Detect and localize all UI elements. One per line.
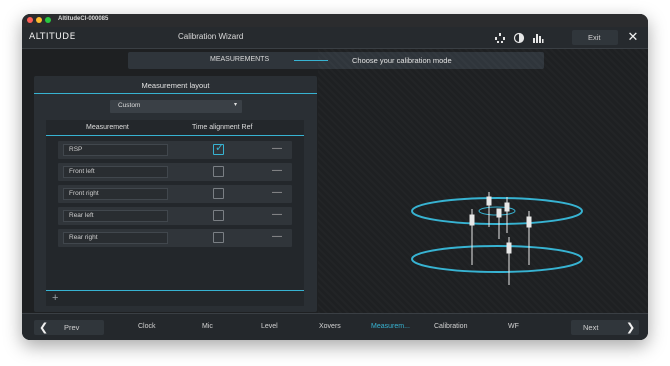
- chevron-left-icon: ❮: [39, 321, 49, 334]
- next-label: Next: [583, 323, 599, 332]
- time-alignment-checkbox[interactable]: [213, 210, 224, 221]
- bottom-navigation: ❮ Prev Clock Mic Level Xovers Measurem..…: [22, 313, 648, 340]
- contrast-icon[interactable]: [513, 32, 525, 44]
- measurement-name-field[interactable]: Rear left: [63, 210, 168, 222]
- time-alignment-checkbox[interactable]: [213, 166, 224, 177]
- close-icon[interactable]: ✕: [626, 30, 640, 44]
- zoom-window-button[interactable]: [45, 17, 51, 23]
- chevron-right-icon: ❯: [626, 321, 636, 334]
- levels-icon[interactable]: [532, 32, 544, 44]
- step-label: MEASUREMENTS: [210, 56, 270, 63]
- time-alignment-checkbox[interactable]: [213, 141, 224, 155]
- nav-step-measurements[interactable]: Measurem...: [371, 323, 410, 330]
- table-row: RSP —: [58, 141, 292, 159]
- chevron-down-icon: ▾: [233, 102, 237, 108]
- remove-row-button[interactable]: —: [271, 143, 283, 155]
- measurement-layout-panel: Measurement layout Custom ▾ Measurement …: [34, 76, 317, 312]
- app-window: AltitudeCI-000085 ALTITUDE Calibration W…: [22, 14, 648, 340]
- nav-step-level[interactable]: Level: [261, 323, 278, 330]
- altitude-logo: ALTITUDE: [29, 32, 76, 42]
- remove-row-button[interactable]: —: [271, 187, 283, 199]
- close-window-button[interactable]: [27, 17, 33, 23]
- layout-select[interactable]: Custom ▾: [110, 100, 242, 113]
- nav-step-clock[interactable]: Clock: [138, 323, 156, 330]
- panel-title: Measurement layout: [141, 81, 210, 90]
- time-alignment-checkbox[interactable]: [213, 232, 224, 243]
- nav-step-wf[interactable]: WF: [508, 323, 519, 330]
- add-measurement-button[interactable]: +: [52, 292, 58, 304]
- layout-select-value: Custom: [118, 102, 141, 109]
- table-footer: +: [46, 290, 304, 306]
- measurement-name-field[interactable]: Rear right: [63, 232, 168, 244]
- main-content: MEASUREMENTS Choose your calibration mod…: [22, 49, 648, 313]
- top-bar: ALTITUDE Calibration Wizard Exit ✕: [22, 27, 648, 49]
- microphone-positions-diagram: [411, 192, 583, 285]
- wizard-title: Calibration Wizard: [178, 32, 244, 41]
- table-header: Measurement Time alignment Ref: [46, 120, 304, 136]
- table-row: Front left —: [58, 163, 292, 181]
- remove-row-button[interactable]: —: [271, 165, 283, 177]
- remove-row-button[interactable]: —: [271, 231, 283, 243]
- exit-button[interactable]: Exit: [572, 30, 618, 45]
- step-divider: [294, 60, 328, 61]
- measurement-name-field[interactable]: RSP: [63, 144, 168, 156]
- table-row: Rear right —: [58, 229, 292, 247]
- time-alignment-checkbox[interactable]: [213, 188, 224, 199]
- prev-button[interactable]: ❮ Prev: [34, 320, 104, 335]
- step-description: Choose your calibration mode: [352, 56, 452, 65]
- prev-label: Prev: [64, 323, 80, 332]
- column-header-time-alignment: Time alignment Ref: [192, 124, 253, 131]
- lower-ring-icon: [411, 245, 583, 273]
- table-row: Front right —: [58, 185, 292, 203]
- panel-header: Measurement layout: [34, 76, 317, 94]
- step-header: MEASUREMENTS Choose your calibration mod…: [128, 52, 544, 69]
- remove-row-button[interactable]: —: [271, 209, 283, 221]
- window-titlebar: AltitudeCI-000085: [22, 14, 648, 27]
- nav-step-calibration[interactable]: Calibration: [434, 323, 467, 330]
- column-header-measurement: Measurement: [86, 124, 129, 131]
- window-title: AltitudeCI-000085: [58, 16, 109, 22]
- speaker-layout-icon[interactable]: [494, 32, 506, 44]
- next-button[interactable]: Next ❯: [571, 320, 639, 335]
- minimize-window-button[interactable]: [36, 17, 42, 23]
- nav-step-mic[interactable]: Mic: [202, 323, 213, 330]
- measurement-name-field[interactable]: Front right: [63, 188, 168, 200]
- measurement-name-field[interactable]: Front left: [63, 166, 168, 178]
- nav-step-xovers[interactable]: Xovers: [319, 323, 341, 330]
- measurement-table: Measurement Time alignment Ref RSP — Fro…: [46, 120, 304, 306]
- table-row: Rear left —: [58, 207, 292, 225]
